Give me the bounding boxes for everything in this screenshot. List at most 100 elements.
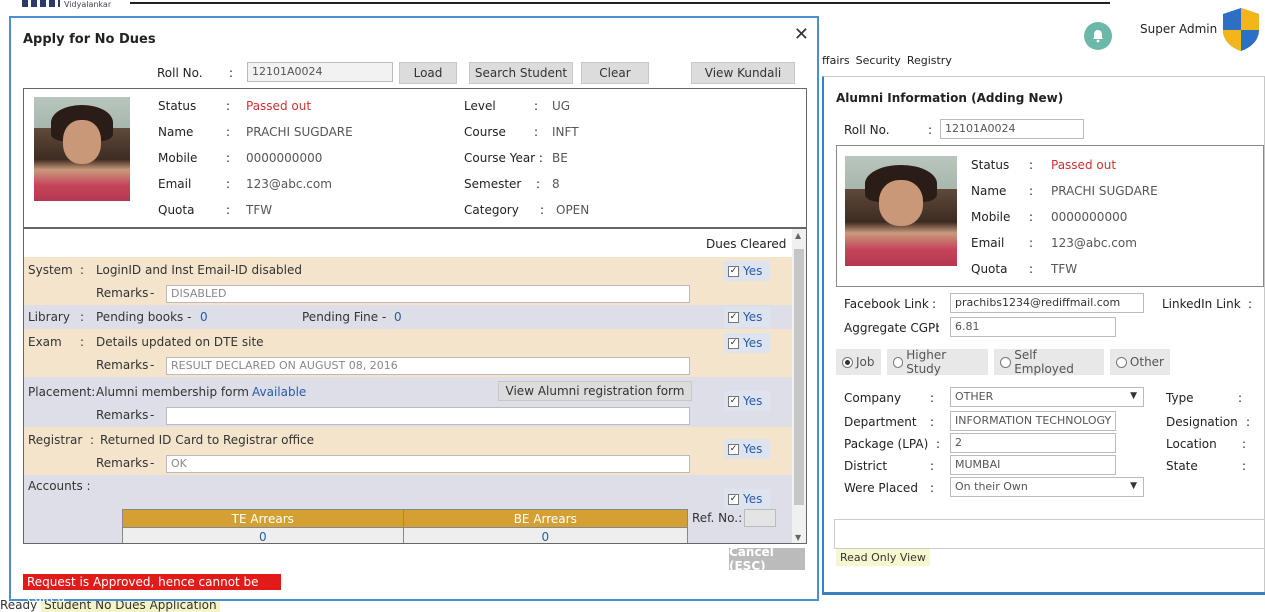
cgpi-input[interactable]: 6.81	[950, 317, 1116, 337]
exam-cleared-checkbox[interactable]: ✓ Yes	[724, 333, 770, 353]
no-dues-dialog: Apply for No Dues ✕ Roll No. : 12101A002…	[9, 16, 819, 605]
radio-empty-icon	[1115, 356, 1127, 368]
brand-logo: Vidyalankar	[22, 0, 111, 9]
cancel-button[interactable]: Cancel (ESC)	[729, 545, 805, 573]
name-label: Name	[971, 184, 1007, 198]
linkedin-label: LinkedIn Link	[1162, 297, 1241, 311]
placement-label: Placement:	[28, 385, 96, 399]
read-only-badge: Read Only View	[836, 549, 930, 566]
course-year-value: BE	[552, 151, 568, 165]
radio-selected-icon	[842, 356, 853, 368]
scroll-down-icon[interactable]: ▼	[795, 533, 801, 542]
facebook-link-input[interactable]: prachibs1234@rediffmail.com	[950, 293, 1144, 313]
pending-books-value: 0	[200, 310, 208, 324]
notification-bell-icon[interactable]	[1084, 22, 1112, 50]
level-value: UG	[552, 99, 571, 113]
company-select[interactable]: OTHER	[950, 387, 1144, 407]
state-label: State	[1166, 459, 1198, 473]
registrar-remarks-input[interactable]: OK	[166, 455, 690, 473]
clear-button[interactable]: Clear	[581, 62, 649, 84]
quota-value: TFW	[1051, 262, 1078, 276]
view-kundali-button[interactable]: View Kundali	[691, 62, 795, 84]
roll-label: Roll No.	[157, 66, 203, 80]
placement-remarks-input[interactable]	[166, 407, 690, 425]
menu-item-registry[interactable]: Registry	[907, 54, 952, 67]
check-icon: ✓	[728, 265, 739, 277]
alumni-panel-title: Alumni Information (Adding New)	[836, 91, 1064, 105]
system-cleared-checkbox[interactable]: ✓ Yes	[724, 261, 770, 281]
accounts-label: Accounts :	[28, 479, 91, 493]
radio-empty-icon	[1000, 356, 1012, 368]
registrar-cleared-checkbox[interactable]: ✓ Yes	[724, 439, 770, 459]
system-row: System : LoginID and Inst Email-ID disab…	[24, 257, 792, 305]
level-label: Level	[464, 99, 496, 113]
student-photo	[34, 97, 130, 201]
check-icon: ✓	[728, 493, 739, 505]
student-info-box: Status : Passed out Name : PRACHI SUGDAR…	[23, 88, 807, 228]
career-option-group: Job Higher Study Self Employed Other	[836, 348, 1170, 376]
name-value: PRACHI SUGDARE	[1051, 184, 1158, 198]
pending-books-label: Pending books -	[96, 310, 192, 324]
accounts-cleared-checkbox[interactable]: ✓ Yes	[724, 489, 770, 509]
mobile-value: 0000000000	[246, 151, 323, 165]
security-shield-icon	[1220, 6, 1262, 52]
ref-no-input[interactable]	[744, 509, 776, 527]
placement-cleared-checkbox[interactable]: ✓ Yes	[724, 391, 770, 411]
course-label: Course	[464, 125, 506, 139]
te-arrears-header: TE Arrears	[122, 509, 404, 528]
load-button[interactable]: Load	[399, 62, 457, 84]
scroll-up-icon[interactable]: ▲	[795, 231, 801, 240]
were-placed-select[interactable]: On their Own	[950, 477, 1144, 497]
approved-message: Request is Approved, hence cannot be edi…	[23, 574, 281, 605]
course-value: INFT	[552, 125, 579, 139]
arrears-table: TE Arrears BE Arrears 0 0	[122, 509, 689, 543]
registrar-row: Registrar : Returned ID Card to Registra…	[24, 427, 792, 475]
category-value: OPEN	[556, 203, 590, 217]
exam-remarks-input[interactable]: RESULT DECLARED ON AUGUST 08, 2016	[166, 357, 690, 375]
radio-other[interactable]: Other	[1109, 349, 1170, 375]
mobile-label: Mobile	[158, 151, 198, 165]
alumni-roll-input[interactable]: 12101A0024	[940, 119, 1084, 139]
window-bottom-border	[822, 592, 1265, 595]
dues-cleared-header: Dues Cleared	[706, 237, 787, 251]
radio-job[interactable]: Job	[836, 349, 881, 375]
semester-value: 8	[552, 177, 560, 191]
be-arrears-header: BE Arrears	[402, 509, 689, 528]
semester-label: Semester	[464, 177, 522, 191]
alumni-profile-box: Status : Passed out Name : PRACHI SUGDAR…	[836, 145, 1264, 287]
search-student-button[interactable]: Search Student	[469, 62, 573, 84]
alumni-footer-box	[834, 519, 1265, 549]
roll-number-input[interactable]: 12101A0024	[247, 62, 393, 82]
menu-item-affairs[interactable]: ffairs	[822, 54, 850, 67]
top-menu: ffairs Security Registry	[822, 54, 952, 67]
system-remarks-input[interactable]: DISABLED	[166, 285, 690, 303]
registrar-remarks-label: Remarks	[96, 456, 149, 470]
cgpi-label: Aggregate CGPI	[844, 321, 939, 335]
radio-self-employed[interactable]: Self Employed	[994, 348, 1104, 376]
view-alumni-form-button[interactable]: View Alumni registration form	[498, 381, 692, 401]
pending-fine-value: 0	[394, 310, 402, 324]
library-cleared-checkbox[interactable]: ✓ Yes	[724, 307, 770, 327]
radio-higher-study[interactable]: Higher Study	[886, 348, 989, 376]
system-remarks-label: Remarks	[96, 286, 149, 300]
scroll-thumb[interactable]	[794, 249, 804, 505]
email-label: Email	[971, 236, 1005, 250]
close-icon[interactable]: ✕	[794, 24, 809, 45]
were-placed-label: Were Placed	[844, 481, 918, 495]
department-input[interactable]: INFORMATION TECHNOLOGY	[950, 411, 1116, 431]
check-icon: ✓	[728, 395, 739, 407]
registrar-label: Registrar	[28, 433, 83, 447]
district-input[interactable]: MUMBAI	[950, 455, 1116, 475]
quota-label: Quota	[971, 262, 1008, 276]
status-value: Passed out	[1051, 158, 1117, 172]
colon: :	[928, 123, 933, 137]
check-icon: ✓	[728, 443, 739, 455]
name-value: PRACHI SUGDARE	[246, 125, 353, 139]
top-strip: Vidyalankar	[0, 0, 1265, 9]
placement-status: Available	[252, 385, 307, 399]
dues-scrollbar[interactable]: ▲ ▼	[792, 229, 806, 543]
system-label: System	[28, 263, 73, 277]
package-input[interactable]: 2	[950, 433, 1116, 453]
user-name[interactable]: Super Admin	[1140, 22, 1217, 36]
menu-item-security[interactable]: Security	[856, 54, 901, 67]
